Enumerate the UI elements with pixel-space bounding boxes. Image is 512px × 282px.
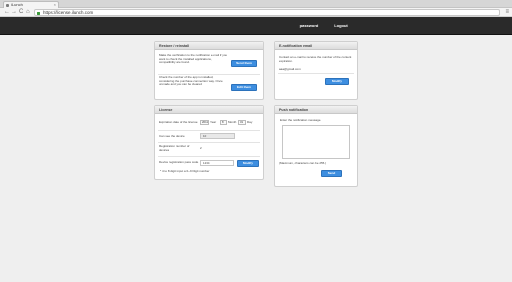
send-push-button[interactable]: Send: [321, 170, 342, 177]
password-link[interactable]: password: [292, 22, 326, 29]
device-count-field: 10: [200, 133, 235, 139]
pass-code-label: Device registration pass code: [159, 160, 199, 164]
month-select[interactable]: 8: [220, 120, 227, 125]
email-panel-title: E-notification email: [275, 42, 357, 50]
back-icon[interactable]: ←: [4, 9, 10, 15]
pass-code-input[interactable]: 1234: [200, 160, 234, 166]
logout-link[interactable]: Logout: [330, 22, 352, 29]
registration-value: 2: [200, 146, 202, 150]
pass-code-note: * 4 to 8 digit input a 0~9 Digit number: [160, 169, 210, 173]
app-header: password Logout: [0, 17, 512, 35]
restore-block1-text: Make the verification to the notificatio…: [159, 53, 228, 65]
restore-panel: Restore / reinstall Make the verificatio…: [154, 41, 264, 100]
address-bar[interactable]: https://license.ilunch.com: [34, 9, 500, 16]
forward-icon[interactable]: →: [11, 9, 17, 15]
email-modify-button[interactable]: Modify: [325, 78, 349, 85]
browser-tab[interactable]: iLunch ×: [3, 1, 59, 8]
character-limit-note: (Maximum, characters can be 255.): [279, 161, 327, 165]
tab-title: iLunch: [11, 2, 23, 7]
day-unit: Day: [247, 120, 253, 124]
expiration-label: Expiration date of the license: [159, 120, 198, 124]
edit-them-button[interactable]: Edit them: [231, 84, 257, 91]
divider: [158, 130, 260, 131]
pass-code-modify-button[interactable]: Modify: [237, 160, 259, 167]
favicon-icon: [6, 3, 9, 7]
divider: [158, 156, 260, 157]
license-panel: License Expiration date of the license 2…: [154, 105, 264, 180]
email-notification-panel: E-notification email Contact an e-mail t…: [274, 41, 358, 100]
restore-block2-text: Check the number of the app is installed…: [159, 75, 223, 87]
push-notification-panel: Push notification Enter the notification…: [274, 105, 358, 187]
device-label: Can see the device: [159, 134, 185, 138]
home-icon[interactable]: ⌂: [26, 9, 30, 15]
restore-panel-title: Restore / reinstall: [155, 42, 263, 50]
push-panel-title: Push notification: [275, 106, 357, 114]
push-instruction: Enter the notification message.: [280, 118, 322, 122]
month-unit: Month: [228, 120, 237, 124]
divider: [158, 142, 260, 143]
lock-icon: [37, 11, 40, 15]
email-value: aaa@gmail.com: [279, 67, 301, 71]
divider: [278, 73, 354, 74]
registration-label: Registration number of devices: [159, 144, 190, 152]
year-select[interactable]: 2011: [200, 120, 209, 125]
browser-menu-icon[interactable]: ≡: [505, 9, 509, 15]
email-description: Contact an e-mail to receive the number …: [279, 55, 352, 63]
push-message-textarea[interactable]: [282, 125, 350, 159]
year-unit: Year: [210, 120, 217, 124]
browser-toolbar: ← → C ⌂ https://license.ilunch.com ≡: [0, 8, 512, 17]
day-select[interactable]: 31: [238, 120, 246, 125]
reload-icon[interactable]: C: [19, 9, 23, 15]
expiration-date-selects: 2011 Year 8 Month 31 Day: [200, 120, 264, 126]
browser-tab-strip: iLunch ×: [0, 0, 512, 8]
address-url: https://license.ilunch.com: [43, 10, 94, 15]
send-them-button[interactable]: Send them: [231, 60, 257, 67]
license-panel-title: License: [155, 106, 263, 114]
